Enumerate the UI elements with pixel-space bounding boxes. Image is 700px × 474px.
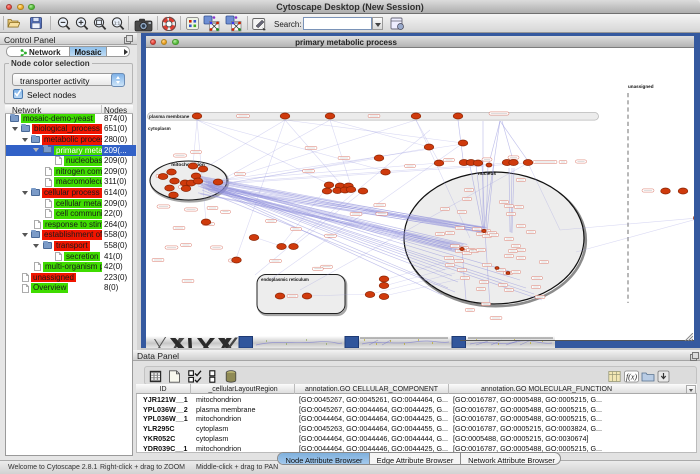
svg-text:cytoplasm: cytoplasm <box>148 126 171 131</box>
svg-text:unassigned: unassigned <box>628 84 654 89</box>
svg-text:f(x): f(x) <box>626 373 637 382</box>
svg-text:plasma membrane: plasma membrane <box>149 114 190 119</box>
svg-text:nucleus: nucleus <box>478 171 496 177</box>
svg-text:1:1: 1:1 <box>114 20 121 25</box>
svg-text:endoplasmic reticulum: endoplasmic reticulum <box>261 277 309 282</box>
